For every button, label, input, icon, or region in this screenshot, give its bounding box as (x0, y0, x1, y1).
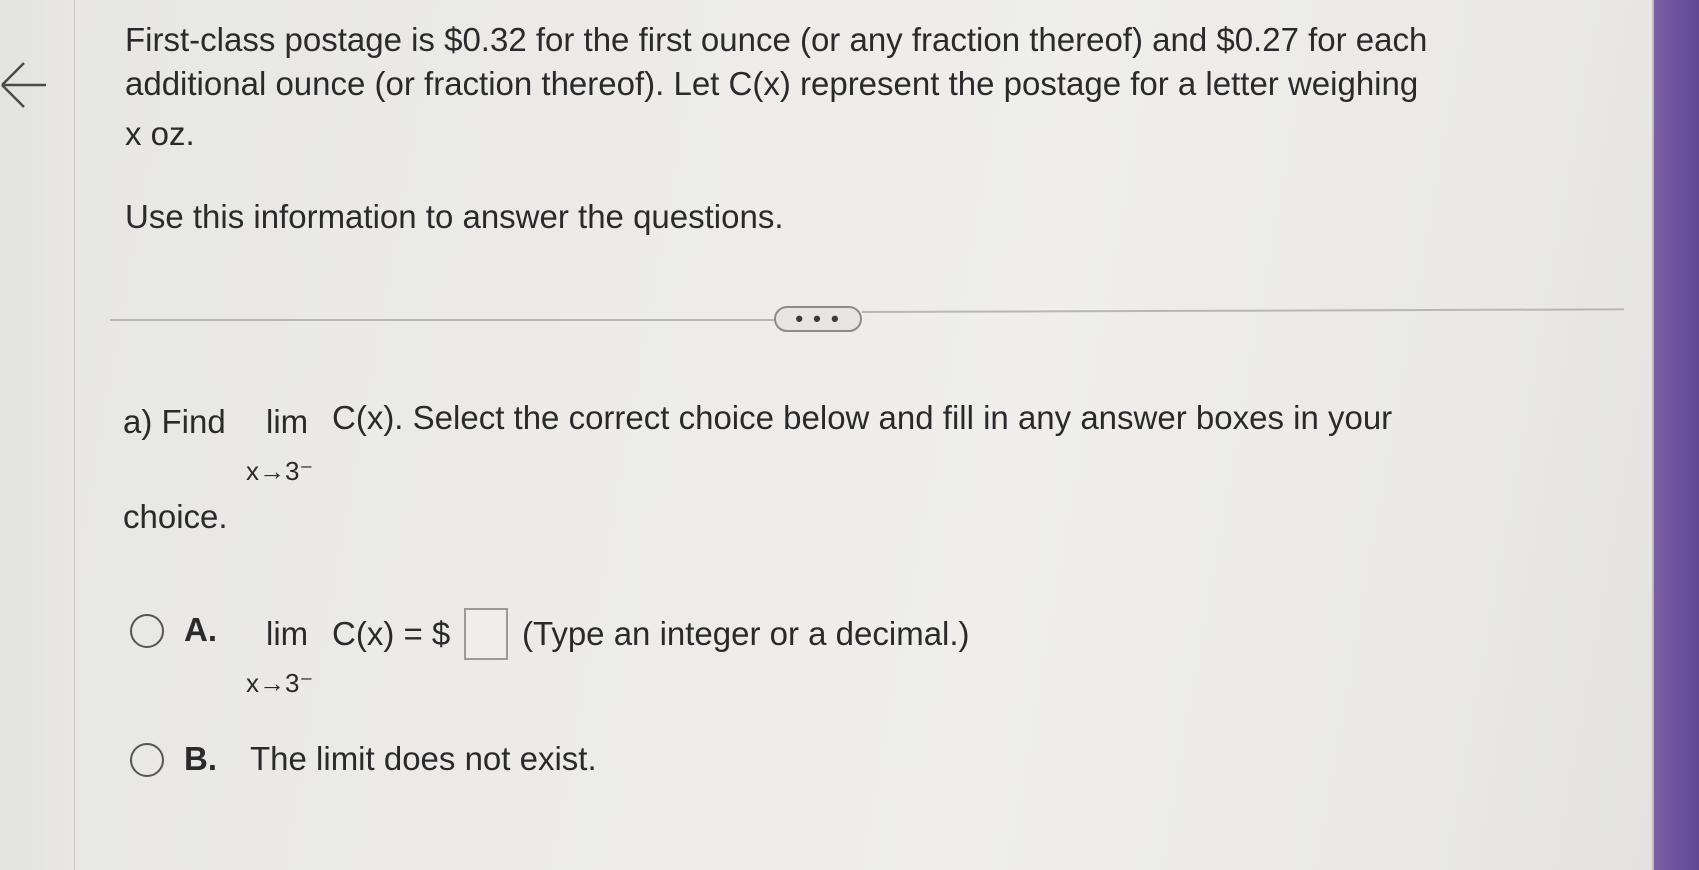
problem-line-1: First-class postage is $0.32 for the fir… (125, 21, 1428, 58)
choice-a-lim: lim (266, 615, 309, 652)
part-a-lim: lim (266, 403, 309, 440)
choice-a-letter: A. (184, 611, 217, 648)
problem-line-2: additional ounce (or fraction thereof). … (125, 65, 1419, 102)
section-divider-left (110, 319, 775, 321)
choice-a-answer-input[interactable] (464, 608, 508, 660)
part-a-prefix: a) Find (123, 403, 226, 440)
choice-b-letter: B. (184, 740, 217, 777)
choice-b-radio[interactable] (130, 743, 164, 777)
expand-more-button[interactable]: • • • (774, 306, 862, 332)
problem-line-3: x oz. (125, 115, 195, 152)
section-divider-right (861, 308, 1624, 313)
left-panel-border (74, 0, 75, 870)
left-nav-strip (0, 0, 74, 870)
choice-a-expression: C(x) = $ (332, 615, 451, 652)
instruction-text: Use this information to answer the quest… (125, 198, 784, 235)
part-a-expression: C(x). Select the correct choice below an… (332, 399, 1393, 436)
back-arrow-icon[interactable] (0, 55, 48, 115)
device-bezel-edge (1654, 0, 1699, 870)
part-a-continuation: choice. (123, 498, 228, 535)
choice-a-hint: (Type an integer or a decimal.) (522, 615, 970, 652)
part-a-limit-subscript: x→3⁻ (246, 456, 314, 486)
choice-b-text: The limit does not exist. (250, 740, 597, 777)
choice-a-limit-subscript: x→3⁻ (246, 668, 314, 698)
choice-a-radio[interactable] (130, 614, 164, 648)
